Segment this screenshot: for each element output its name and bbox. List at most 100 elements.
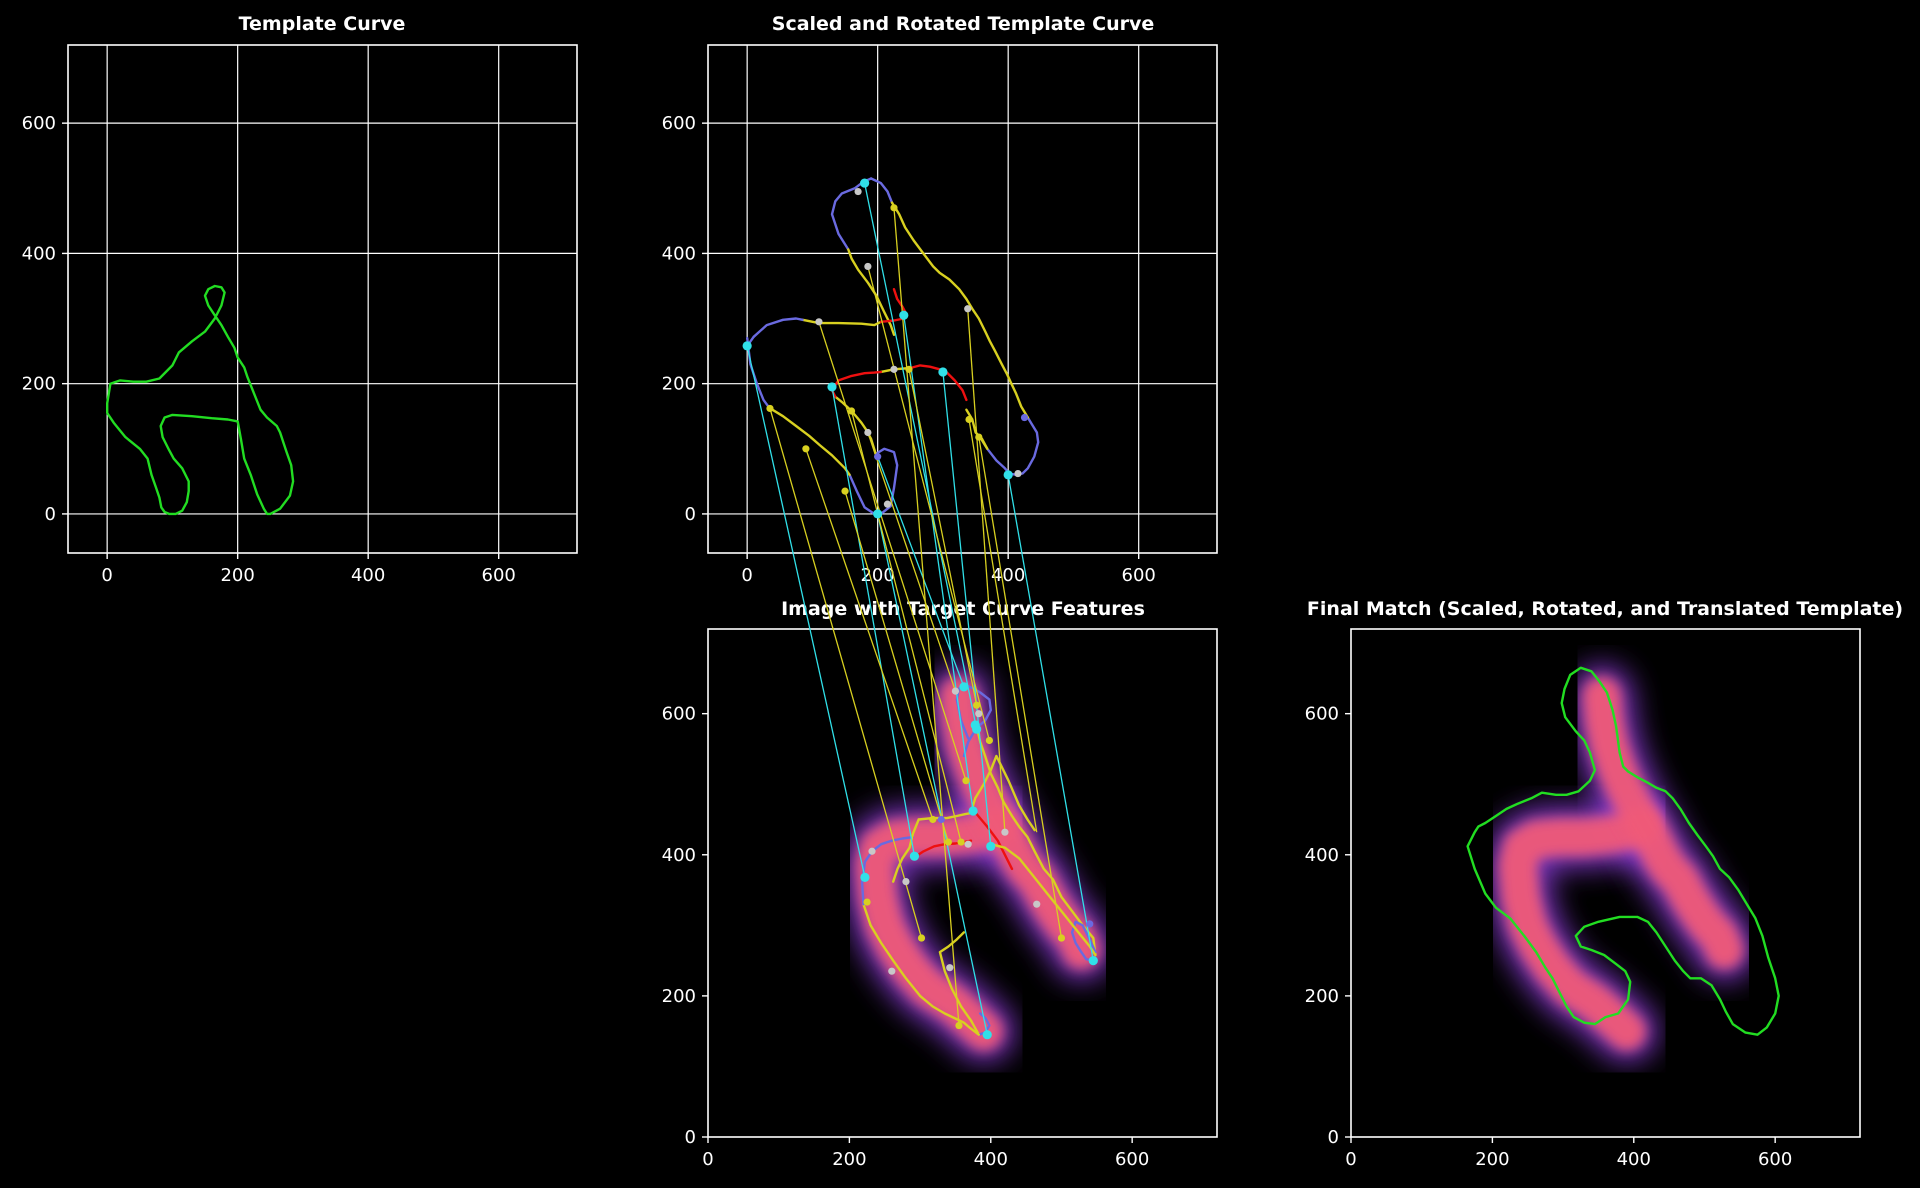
feature-point-yellow xyxy=(955,1021,963,1030)
y-tick-label: 600 xyxy=(662,704,696,725)
y-tick-label: 600 xyxy=(662,113,696,134)
panel-title-image: Image with Target Curve Features xyxy=(781,598,1145,620)
y-tick-label: 0 xyxy=(45,504,56,525)
feature-point-yellow xyxy=(802,445,810,453)
curve-series-15 xyxy=(801,318,883,327)
feature-point-cyan xyxy=(1088,956,1098,966)
feature-point-gray xyxy=(964,840,972,848)
feature-point-yellow xyxy=(985,736,993,745)
feature-point-cyan xyxy=(899,310,909,320)
digit-image xyxy=(843,665,1113,1063)
chart-panel-2: 0 200 400 6000200400600 xyxy=(662,44,1218,586)
feature-point-gray xyxy=(864,428,872,437)
panel-title-scaled: Scaled and Rotated Template Curve xyxy=(772,13,1154,35)
axes-frame xyxy=(707,44,1218,554)
feature-point-gray xyxy=(946,964,954,972)
feature-point-cyan xyxy=(860,872,870,882)
feature-point-yellow xyxy=(863,898,871,906)
feature-point-blue xyxy=(1020,413,1029,422)
curve-series-17 xyxy=(909,364,968,402)
curve-series-19 xyxy=(752,317,804,338)
y-tick-label: 400 xyxy=(22,243,56,264)
feature-point-gray xyxy=(815,318,823,326)
feature-point-yellow xyxy=(766,404,774,413)
y-tick-label: 200 xyxy=(22,374,56,395)
feature-point-cyan xyxy=(827,382,837,392)
axes-frame xyxy=(67,44,578,554)
feature-point-yellow xyxy=(973,701,981,709)
feature-point-cyan xyxy=(860,178,870,188)
y-tick-label: 400 xyxy=(1305,845,1339,866)
feature-point-blue xyxy=(937,815,945,824)
feature-point-gray xyxy=(864,262,872,271)
x-tick-label: 600 xyxy=(482,565,516,586)
feature-point-blue xyxy=(1086,920,1094,928)
x-tick-label: 400 xyxy=(974,1149,1008,1170)
x-tick-label: 0 xyxy=(741,565,752,586)
chart-panel-4: 0 200 400 600 0 200 400 600 xyxy=(1305,628,1861,1170)
feature-point-cyan xyxy=(938,367,948,377)
x-tick-label: 0 xyxy=(101,565,112,586)
feature-point-yellow xyxy=(1057,934,1066,942)
panel-title-template: Template Curve xyxy=(239,13,406,35)
feature-point-cyan xyxy=(873,509,883,519)
plot-area-4 xyxy=(1466,665,1780,1063)
feature-point-gray xyxy=(951,687,960,695)
feature-point-cyan xyxy=(970,720,980,730)
feature-point-gray xyxy=(964,305,972,313)
feature-point-yellow xyxy=(944,838,952,846)
match-line-yellow xyxy=(844,490,949,843)
feature-point-gray xyxy=(1001,828,1009,836)
panel-title-final: Final Match (Scaled, Rotated, and Transl… xyxy=(1307,598,1903,620)
plot-area-3 xyxy=(843,665,1113,1063)
feature-point-yellow xyxy=(929,815,937,824)
feature-point-cyan xyxy=(982,1030,992,1040)
x-tick-label: 600 xyxy=(1115,1149,1149,1170)
feature-point-yellow xyxy=(847,407,856,415)
digit-image xyxy=(1486,665,1756,1063)
feature-point-yellow xyxy=(841,487,849,495)
y-tick-label: 0 xyxy=(685,504,696,525)
feature-point-gray xyxy=(975,710,983,718)
x-tick-label: 200 xyxy=(1475,1149,1509,1170)
match-line-cyan xyxy=(863,182,978,730)
feature-point-gray xyxy=(1014,469,1022,478)
feature-point-cyan xyxy=(1003,470,1013,480)
match-line-yellow xyxy=(805,448,934,820)
curve-series-1 xyxy=(106,284,295,516)
y-tick-label: 400 xyxy=(662,845,696,866)
feature-point-cyan xyxy=(909,851,920,861)
x-tick-label: 0 xyxy=(1345,1149,1356,1170)
curve-series-7 xyxy=(869,177,894,204)
feature-point-yellow xyxy=(917,934,926,942)
feature-point-gray xyxy=(902,877,910,886)
y-tick-label: 0 xyxy=(1328,1127,1339,1148)
feature-point-yellow xyxy=(890,204,898,212)
feature-point-yellow xyxy=(975,433,983,441)
figure: Template Curve Scaled and Rotated Templa… xyxy=(22,13,1903,1170)
feature-point-yellow xyxy=(957,838,965,846)
feature-point-gray xyxy=(854,187,862,196)
feature-point-gray xyxy=(1033,900,1041,908)
y-tick-label: 200 xyxy=(662,374,696,395)
y-tick-label: 600 xyxy=(22,113,56,134)
x-tick-label: 200 xyxy=(220,565,254,586)
feature-point-gray xyxy=(868,847,876,855)
feature-point-blue xyxy=(874,453,882,461)
x-tick-label: 0 xyxy=(702,1149,713,1170)
x-tick-label: 400 xyxy=(1617,1149,1651,1170)
feature-point-yellow xyxy=(962,777,970,785)
curve-series-5 xyxy=(978,416,1040,476)
feature-point-cyan xyxy=(959,682,969,692)
chart-panel-3: 0 200 400 600 0 200 400 600 xyxy=(662,628,1218,1170)
chart-panel-1: 0 200 400 600 0 200 400 600 xyxy=(22,44,578,586)
x-tick-label: 400 xyxy=(351,565,385,586)
feature-point-gray xyxy=(890,365,898,373)
feature-point-cyan xyxy=(742,341,752,351)
x-tick-label: 600 xyxy=(1122,565,1156,586)
feature-point-cyan xyxy=(968,806,978,816)
y-tick-label: 200 xyxy=(662,986,696,1007)
x-tick-label: 200 xyxy=(832,1149,866,1170)
feature-point-yellow xyxy=(965,415,973,424)
feature-point-yellow xyxy=(905,365,913,373)
